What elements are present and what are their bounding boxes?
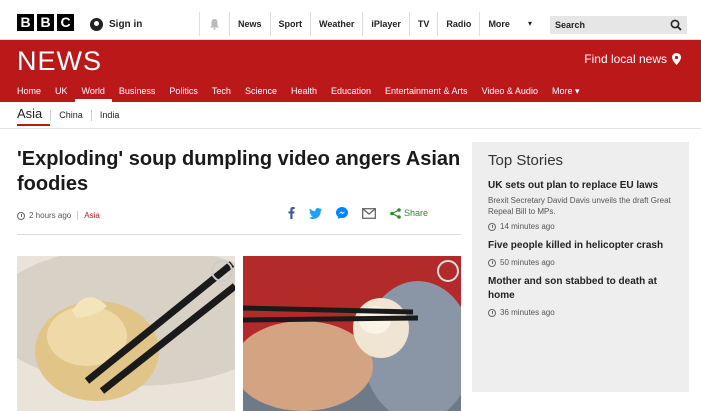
topnav-more[interactable]: More bbox=[480, 12, 518, 36]
sub-nav: Asia China India bbox=[17, 104, 127, 126]
search-icon[interactable] bbox=[670, 19, 682, 31]
story-item[interactable]: Mother and son stabbed to death at home … bbox=[488, 275, 673, 317]
share-icon bbox=[390, 207, 401, 219]
share-button[interactable]: Share bbox=[390, 207, 429, 219]
facebook-icon[interactable] bbox=[288, 207, 295, 219]
topnav-sport[interactable]: Sport bbox=[271, 12, 312, 36]
news-title[interactable]: NEWS bbox=[17, 46, 102, 77]
topnav-iplayer[interactable]: iPlayer bbox=[363, 12, 410, 36]
story-title[interactable]: Mother and son stabbed to death at home bbox=[488, 275, 673, 303]
nav-politics[interactable]: Politics bbox=[162, 82, 205, 102]
nav-home[interactable]: Home bbox=[10, 82, 48, 102]
clock-icon bbox=[488, 258, 496, 267]
article-headline: 'Exploding' soup dumpling video angers A… bbox=[17, 148, 461, 195]
nav-world[interactable]: World bbox=[74, 82, 112, 102]
nav-more[interactable]: More ▾ bbox=[545, 82, 587, 102]
bell-icon bbox=[210, 19, 219, 30]
subnav-asia[interactable]: Asia bbox=[17, 104, 51, 126]
logo-letter-c: C bbox=[57, 14, 74, 31]
chevron-down-icon[interactable]: ▾ bbox=[518, 12, 542, 36]
topnav-tv[interactable]: TV bbox=[410, 12, 439, 36]
find-local-news-link[interactable]: Find local news bbox=[584, 52, 681, 66]
story-item[interactable]: UK sets out plan to replace EU laws Brex… bbox=[488, 179, 673, 231]
account-icon bbox=[90, 17, 103, 31]
news-header: NEWS Find local news Home UK World Busin… bbox=[0, 40, 701, 102]
dumpling-closeup-photo bbox=[243, 256, 461, 411]
share-bar: Share bbox=[288, 207, 428, 219]
story-time-label: 14 minutes ago bbox=[500, 222, 555, 231]
nav-uk[interactable]: UK bbox=[48, 82, 75, 102]
nav-science[interactable]: Science bbox=[238, 82, 284, 102]
story-item[interactable]: Five people killed in helicopter crash 5… bbox=[488, 239, 673, 267]
article-time: 2 hours ago bbox=[29, 211, 72, 220]
article-tag[interactable]: Asia bbox=[84, 211, 100, 220]
nav-entertainment-arts[interactable]: Entertainment & Arts bbox=[378, 82, 475, 102]
subnav-china[interactable]: China bbox=[50, 109, 91, 121]
main-nav: Home UK World Business Politics Tech Sci… bbox=[10, 82, 587, 102]
divider bbox=[17, 234, 461, 235]
nav-tech[interactable]: Tech bbox=[205, 82, 238, 102]
story-title[interactable]: Five people killed in helicopter crash bbox=[488, 239, 673, 253]
nav-video-audio[interactable]: Video & Audio bbox=[475, 82, 545, 102]
story-title[interactable]: UK sets out plan to replace EU laws bbox=[488, 179, 673, 193]
topnav-news[interactable]: News bbox=[230, 12, 271, 36]
dumpling-video-thumbnail-2[interactable] bbox=[243, 256, 461, 411]
top-stories-title: Top Stories bbox=[488, 152, 564, 169]
chevron-down-icon: ▾ bbox=[574, 86, 580, 96]
find-local-label: Find local news bbox=[584, 52, 667, 66]
location-pin-icon bbox=[672, 53, 681, 65]
subnav-india[interactable]: India bbox=[90, 109, 128, 121]
divider bbox=[77, 211, 79, 220]
top-stories-panel: Top Stories UK sets out plan to replace … bbox=[472, 142, 689, 392]
topnav-weather[interactable]: Weather bbox=[311, 12, 364, 36]
nav-business[interactable]: Business bbox=[112, 82, 163, 102]
story-time: 14 minutes ago bbox=[488, 222, 673, 231]
dumpling-video-thumbnail[interactable] bbox=[17, 256, 235, 411]
nav-health[interactable]: Health bbox=[284, 82, 324, 102]
top-nav: News Sport Weather iPlayer TV Radio More… bbox=[230, 12, 542, 36]
top-bar: B B C Sign in News Sport Weather iPlayer… bbox=[0, 0, 701, 40]
nav-education[interactable]: Education bbox=[324, 82, 378, 102]
sign-in-button[interactable]: Sign in bbox=[90, 12, 200, 36]
dumpling-photo bbox=[17, 256, 235, 411]
twitter-icon[interactable] bbox=[309, 207, 322, 219]
clock-icon bbox=[17, 211, 25, 220]
search-input[interactable] bbox=[550, 20, 668, 30]
logo-letter-b1: B bbox=[17, 14, 34, 31]
notifications-button[interactable] bbox=[200, 12, 230, 36]
clock-icon bbox=[488, 308, 496, 317]
email-icon[interactable] bbox=[362, 207, 376, 219]
share-label: Share bbox=[404, 208, 429, 218]
story-time: 50 minutes ago bbox=[488, 258, 673, 267]
nav-more-label: More bbox=[551, 86, 573, 96]
messenger-icon[interactable] bbox=[336, 207, 348, 219]
story-time-label: 50 minutes ago bbox=[500, 258, 555, 267]
story-time-label: 36 minutes ago bbox=[500, 308, 555, 317]
story-time: 36 minutes ago bbox=[488, 308, 673, 317]
topnav-radio[interactable]: Radio bbox=[438, 12, 481, 36]
bbc-logo[interactable]: B B C bbox=[17, 14, 74, 31]
story-summary: Brexit Secretary David Davis unveils the… bbox=[488, 196, 671, 216]
article-meta: 2 hours ago Asia bbox=[17, 211, 100, 220]
search-box bbox=[550, 16, 687, 34]
logo-letter-b2: B bbox=[37, 14, 54, 31]
clock-icon bbox=[488, 222, 496, 231]
divider bbox=[0, 128, 701, 129]
sign-in-label: Sign in bbox=[109, 18, 143, 30]
